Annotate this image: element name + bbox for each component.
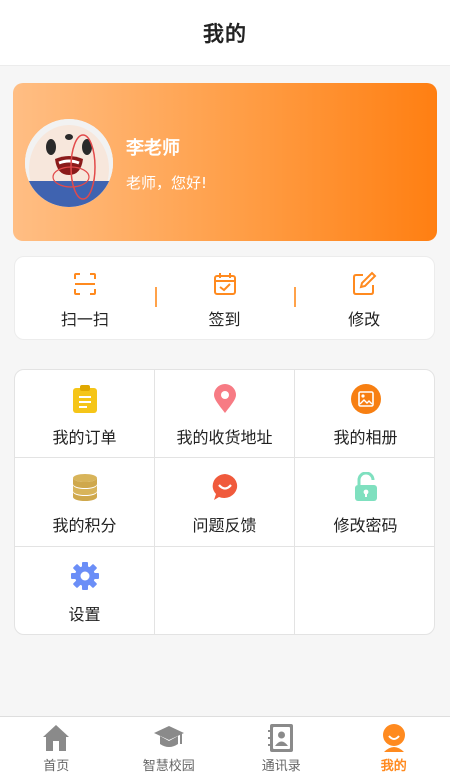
tab-label: 我的 <box>380 759 407 774</box>
my-orders-item[interactable]: 我的订单 <box>15 370 155 458</box>
page-title: 我的 <box>203 21 247 46</box>
menu-label: 我的相册 <box>333 428 398 447</box>
greeting-text: 老师，您好! <box>126 174 208 192</box>
change-password-item[interactable]: 修改密码 <box>295 458 434 547</box>
contacts-book-icon <box>268 724 294 752</box>
menu-label: 我的收货地址 <box>176 428 273 447</box>
unlock-icon <box>354 472 377 501</box>
menu-label: 设置 <box>68 605 101 624</box>
edit-label: 修改 <box>348 310 381 329</box>
checkin-button[interactable]: 签到 <box>154 257 295 339</box>
avatar[interactable] <box>25 119 113 207</box>
menu-label: 我的订单 <box>52 428 117 447</box>
quick-actions-bar: 扫一扫 签到 修改 <box>14 256 435 340</box>
tab-home[interactable]: 首页 <box>0 717 113 777</box>
tab-label: 通讯录 <box>261 759 301 774</box>
tab-smart-campus[interactable]: 智慧校园 <box>113 717 226 777</box>
feedback-chat-icon <box>212 474 237 500</box>
calendar-check-icon <box>213 273 236 295</box>
user-avatar-icon <box>382 724 405 752</box>
avatar-image <box>25 119 113 207</box>
home-icon <box>43 725 70 751</box>
scan-label: 扫一扫 <box>60 310 109 329</box>
divider <box>154 287 157 307</box>
scan-icon <box>73 273 96 295</box>
graduation-cap-icon <box>153 726 184 747</box>
menu-label: 修改密码 <box>333 516 398 535</box>
tab-label: 智慧校园 <box>142 759 195 774</box>
page-header: 我的 <box>0 0 450 66</box>
menu-label: 我的积分 <box>52 516 117 535</box>
empty-cell <box>155 547 295 634</box>
profile-card[interactable]: 李老师 老师，您好! <box>13 83 437 241</box>
tab-mine[interactable]: 我的 <box>338 717 450 777</box>
feedback-item[interactable]: 问题反馈 <box>155 458 295 547</box>
points-item[interactable]: 我的积分 <box>15 458 155 547</box>
gear-icon <box>70 562 99 590</box>
location-pin-icon <box>213 384 236 413</box>
photo-album-icon <box>350 384 381 414</box>
tab-label: 首页 <box>43 759 70 774</box>
empty-cell <box>295 547 434 634</box>
menu-label: 问题反馈 <box>192 516 257 535</box>
function-grid: 我的订单 我的收货地址 我的相册 我的积分 问题反馈 修改密码 设置 <box>14 369 435 635</box>
checkin-label: 签到 <box>208 310 241 329</box>
bottom-tab-bar: 首页 智慧校园 通讯录 我的 <box>0 716 450 777</box>
album-item[interactable]: 我的相册 <box>295 370 434 458</box>
settings-item[interactable]: 设置 <box>15 547 155 634</box>
clipboard-icon <box>72 385 97 413</box>
scan-button[interactable]: 扫一扫 <box>15 257 155 339</box>
edit-button[interactable]: 修改 <box>294 257 434 339</box>
edit-icon <box>353 271 377 295</box>
address-item[interactable]: 我的收货地址 <box>155 370 295 458</box>
tab-contacts[interactable]: 通讯录 <box>225 717 338 777</box>
coins-stack-icon <box>72 474 97 501</box>
teacher-name: 李老师 <box>126 138 180 159</box>
divider <box>294 287 297 307</box>
